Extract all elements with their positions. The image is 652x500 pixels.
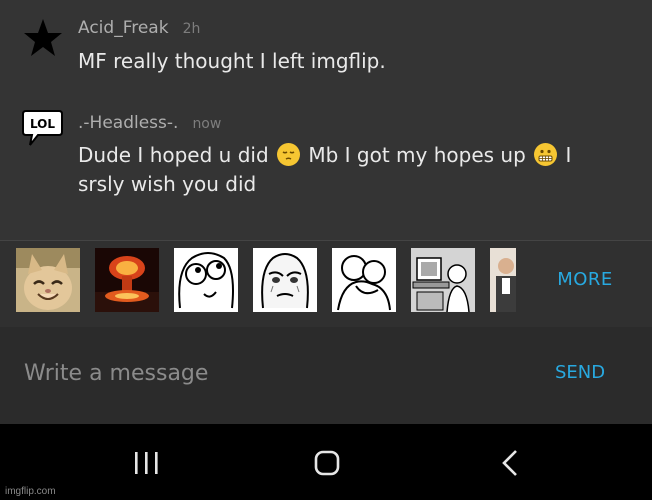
computer-reaction-meme[interactable]: [411, 248, 475, 312]
message-username[interactable]: .-Headless-. now: [78, 113, 221, 133]
home-icon[interactable]: [302, 444, 352, 484]
recent-apps-icon[interactable]: [121, 444, 171, 484]
hugging-wojak-meme[interactable]: [332, 248, 396, 312]
lol-speech-bubble-icon[interactable]: LOL: [22, 108, 64, 150]
chat-thread: Acid_Freak 2h MF really thought I left im…: [0, 0, 652, 240]
svg-text:LOL: LOL: [30, 117, 55, 131]
send-button[interactable]: SEND: [540, 362, 620, 383]
partial-meme[interactable]: [490, 248, 516, 312]
message-text-part: Mb I got my hopes up: [302, 143, 533, 167]
message-text: Dude I hoped u did Mb I got my hopes up …: [78, 141, 618, 199]
watermark: imgflip.com: [5, 486, 56, 497]
derp-face-meme[interactable]: [174, 248, 238, 312]
username-text[interactable]: Acid_Freak: [78, 18, 169, 38]
system-navigation-bar: imgflip.com: [0, 424, 652, 500]
smiling-cat-meme[interactable]: [16, 248, 80, 312]
grimacing-face-emoji: [534, 143, 558, 166]
message-input[interactable]: [24, 355, 504, 391]
username-text[interactable]: .-Headless-.: [78, 113, 178, 133]
okay-guy-meme[interactable]: [253, 248, 317, 312]
pensive-face-emoji: [277, 143, 300, 166]
message-time: now: [192, 116, 222, 132]
star-icon[interactable]: [22, 17, 64, 59]
message-composer: SEND: [0, 327, 652, 424]
message-username[interactable]: Acid_Freak 2h: [78, 18, 200, 38]
more-button[interactable]: MORE: [540, 269, 630, 290]
explosion-meme[interactable]: [95, 248, 159, 312]
back-icon[interactable]: [486, 444, 536, 484]
meme-thumbnail-strip: MORE: [0, 240, 652, 328]
message-time: 2h: [182, 21, 201, 37]
message-text-part: Dude I hoped u did: [78, 143, 275, 167]
message-text: MF really thought I left imgflip.: [78, 47, 618, 76]
message-text-part: MF really thought I left imgflip.: [78, 49, 386, 73]
